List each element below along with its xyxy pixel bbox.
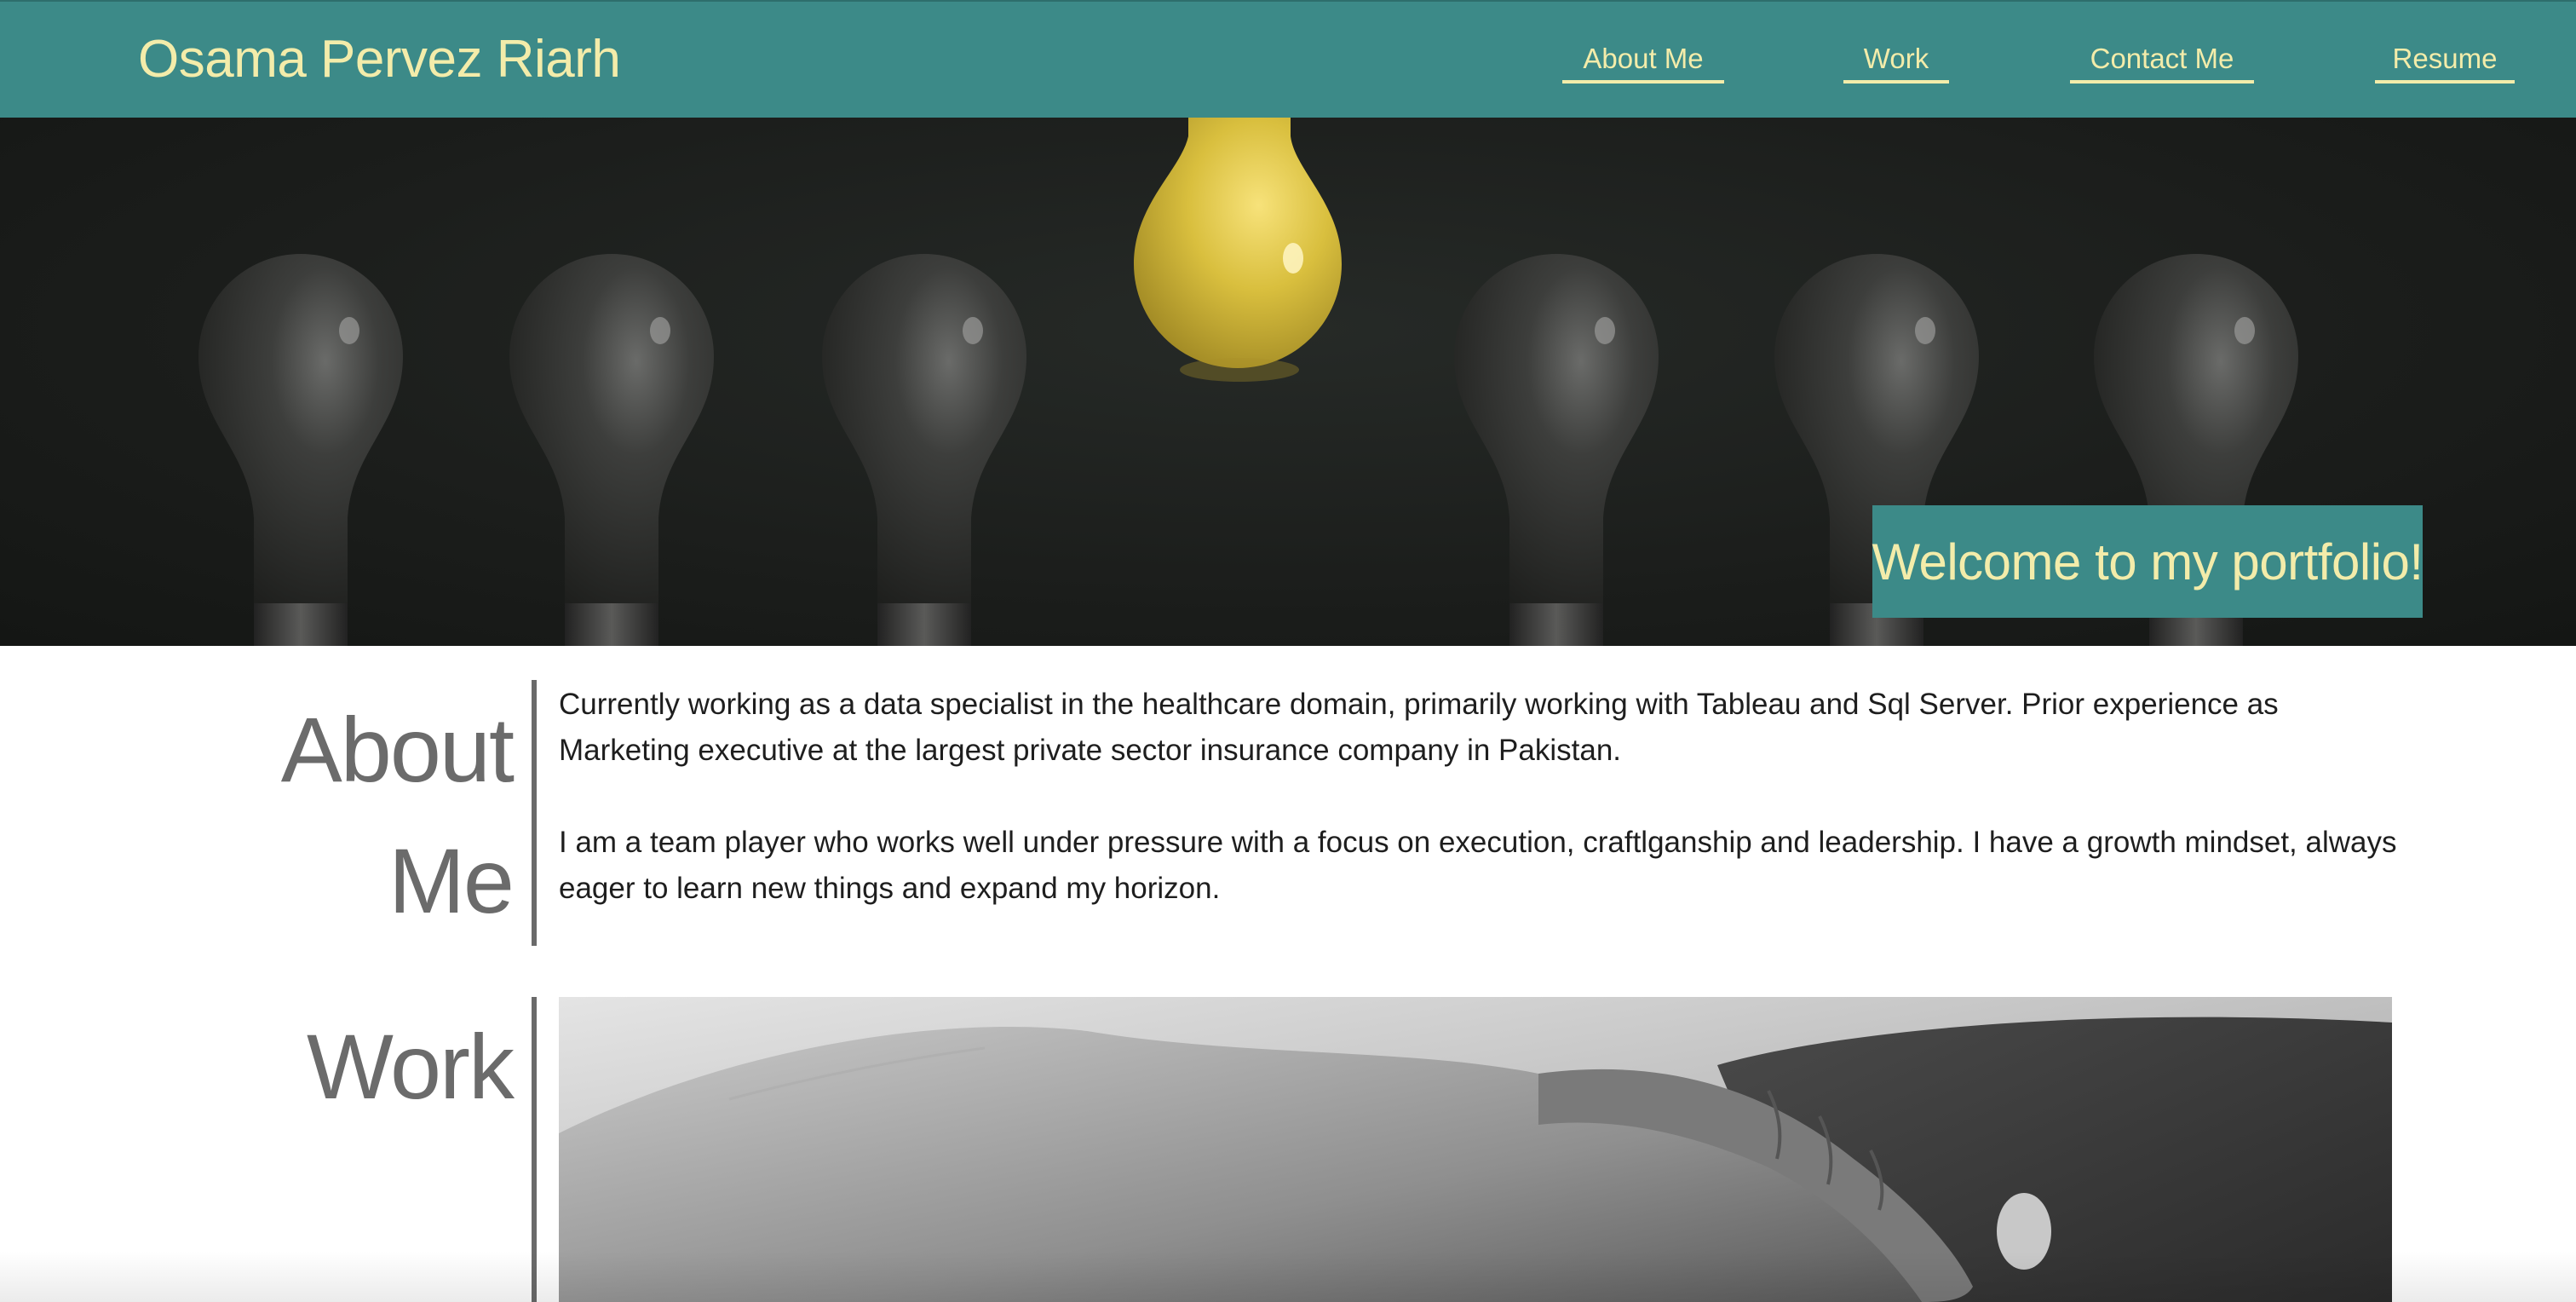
dark-bulb-3 — [822, 254, 1026, 646]
nav-link-about-me[interactable]: About Me — [1562, 41, 1724, 84]
yellow-bulb — [1134, 118, 1342, 382]
about-paragraph-2: I am a team player who works well under … — [559, 826, 2397, 905]
handshake-image[interactable] — [559, 997, 2392, 1302]
work-heading: Work — [306, 1015, 515, 1118]
welcome-banner: Welcome to my portfolio! — [1872, 505, 2424, 618]
dark-bulb-2 — [509, 254, 714, 646]
about-heading: About Me — [280, 684, 515, 947]
about-heading-line-1: About — [280, 698, 515, 801]
nav-link-work[interactable]: Work — [1843, 41, 1949, 84]
site-title[interactable]: Osama Pervez Riarh — [138, 29, 621, 89]
top-navigation-bar: Osama Pervez Riarh About Me Work Contact… — [0, 0, 2576, 118]
about-text: Currently working as a data specialist i… — [559, 682, 2407, 912]
about-divider — [532, 680, 537, 946]
nav-link-resume[interactable]: Resume — [2375, 41, 2515, 84]
handshake-photo — [559, 997, 2392, 1302]
work-divider — [532, 997, 537, 1302]
about-heading-line-2: Me — [388, 829, 515, 932]
dark-bulb-4 — [1454, 254, 1659, 646]
nav-link-contact-me[interactable]: Contact Me — [2070, 41, 2254, 84]
about-paragraph-1: Currently working as a data specialist i… — [559, 688, 2279, 767]
hero-banner: Welcome to my portfolio! — [0, 118, 2576, 646]
dark-bulb-1 — [198, 254, 403, 646]
